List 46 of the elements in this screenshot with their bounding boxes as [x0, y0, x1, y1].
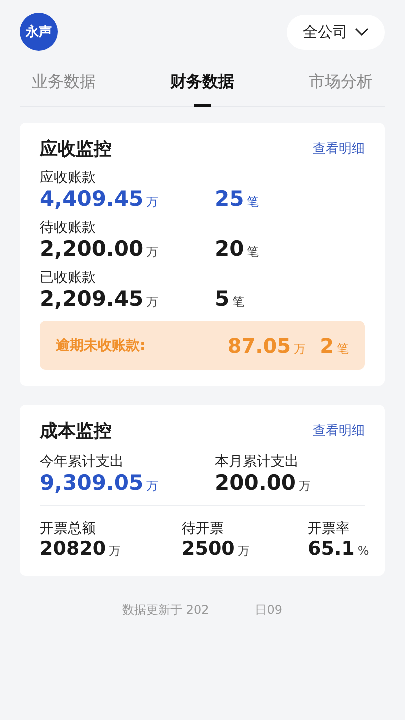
avatar: 永声 [20, 13, 58, 51]
metric-label: 开票总额 [40, 520, 97, 538]
chevron-down-icon [355, 28, 369, 36]
amount-value: 2,200.00 [40, 237, 144, 261]
unit-label: 笔 [337, 340, 349, 358]
metric-label: 本月累计支出 [215, 453, 300, 471]
unit-label: 万 [146, 194, 159, 211]
metric-label: 开票率 [308, 520, 351, 538]
amount-value: 4,409.45 [40, 187, 144, 211]
unit-label: 万 [146, 294, 159, 311]
unit-label: 万 [238, 543, 250, 560]
metric-label: 已收账款 [40, 269, 97, 287]
unit-label: 万 [109, 543, 122, 560]
tab[interactable]: 业务数据 [30, 69, 98, 107]
amount-value: 2,209.45 [40, 287, 144, 311]
unit-label: 万 [299, 478, 312, 495]
update-time-text: 数据更新于 202 [122, 602, 210, 619]
overdue-label: 逾期未收账款: [56, 336, 146, 354]
update-time-text: 日09 [255, 602, 282, 619]
view-details-link[interactable]: 查看明细 [313, 140, 365, 158]
amount-value: 65.1 [308, 538, 355, 560]
amount-value: 9,309.05 [40, 471, 144, 495]
card-title: 成本监控 [40, 420, 112, 443]
amount-value: 25 [215, 187, 244, 211]
amount-value: 87.05 [228, 334, 292, 358]
amount-value: 200.00 [215, 471, 296, 495]
unit-label: 万 [146, 244, 159, 261]
amount-value: 20820 [40, 538, 106, 560]
amount-value: 20 [215, 237, 244, 261]
metric-label: 待收账款 [40, 219, 97, 237]
metric-label: 待开票 [182, 520, 225, 538]
metric-label: 今年累计支出 [40, 453, 125, 471]
amount-value: 5 [215, 287, 230, 311]
view-details-link[interactable]: 查看明细 [313, 422, 365, 440]
unit-label: 笔 [232, 294, 245, 311]
unit-label: 万 [146, 478, 159, 495]
card-title: 应收监控 [40, 138, 112, 161]
unit-label: 万 [294, 340, 306, 358]
metric-label: 应收账款 [40, 169, 97, 187]
company-dropdown[interactable]: 全公司 [287, 14, 385, 50]
unit-label: 笔 [247, 244, 260, 261]
amount-value: 2 [320, 334, 334, 358]
tab[interactable]: 市场分析 [307, 69, 375, 107]
unit-label: % [358, 544, 370, 558]
amount-value: 2500 [182, 538, 235, 560]
unit-label: 笔 [247, 194, 260, 211]
